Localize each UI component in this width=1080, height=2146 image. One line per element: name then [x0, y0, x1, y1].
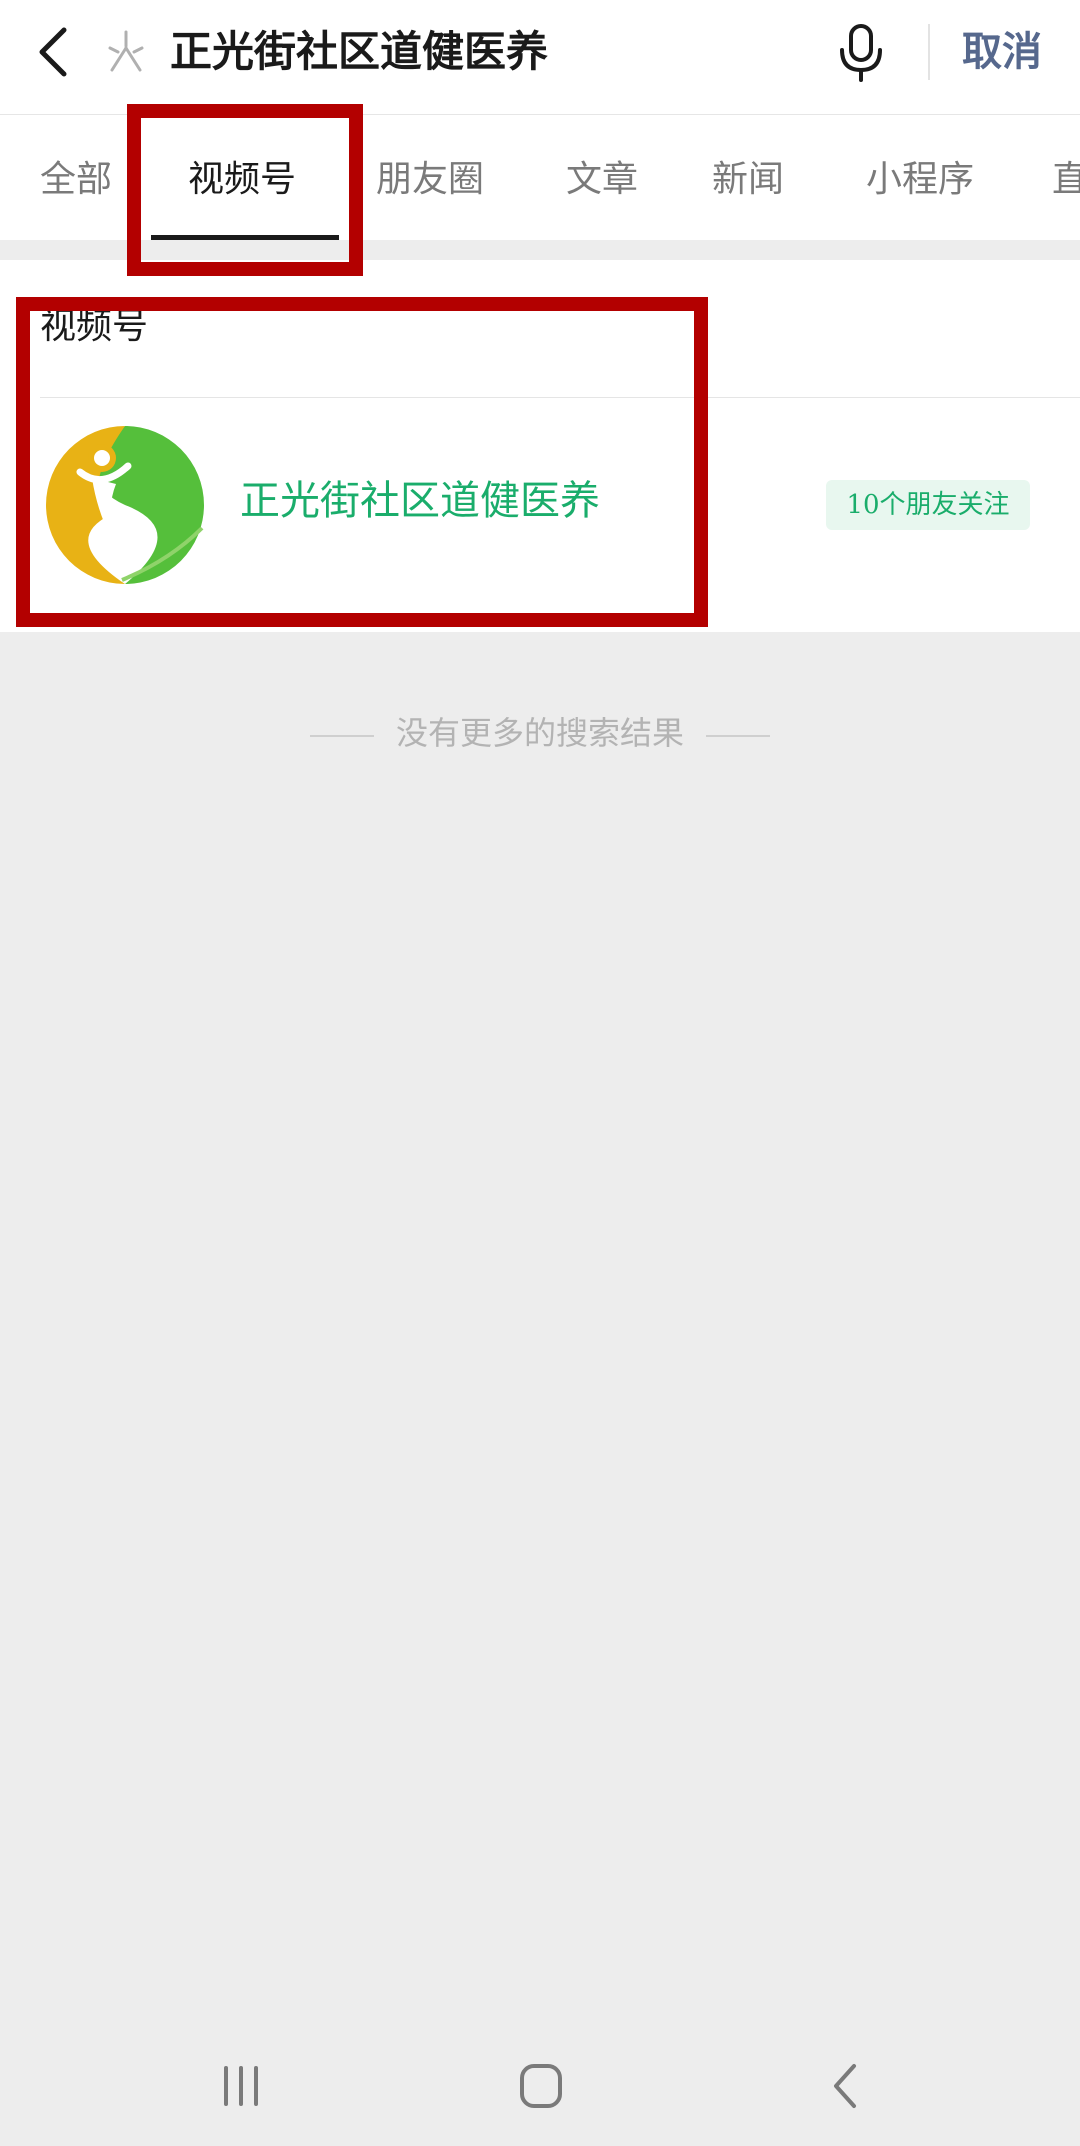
home-icon — [520, 2064, 562, 2108]
cancel-button[interactable]: 取消 — [962, 22, 1042, 82]
search-icon — [100, 26, 152, 78]
no-more-results: 没有更多的搜索结果 — [0, 707, 1080, 759]
tab-all[interactable]: 全部 — [40, 153, 112, 207]
tab-moments[interactable]: 朋友圈 — [376, 153, 484, 207]
header-divider — [928, 24, 930, 80]
back-icon — [39, 27, 67, 77]
recents-icon — [224, 2066, 258, 2106]
friends-follow-badge: 10个朋友关注 — [826, 480, 1030, 530]
end-note-line-left — [309, 734, 374, 737]
highlight-box-result — [16, 297, 708, 627]
back-button[interactable] — [26, 22, 86, 82]
tab-mini-programs[interactable]: 小程序 — [866, 153, 974, 207]
tab-news[interactable]: 新闻 — [712, 153, 784, 207]
tab-live[interactable]: 直 — [1052, 153, 1080, 207]
search-query[interactable]: 正光街社区道健医养 — [170, 22, 548, 82]
home-button[interactable] — [506, 2056, 576, 2116]
end-note-line-right — [706, 734, 770, 737]
nav-back-button[interactable] — [810, 2056, 880, 2116]
highlight-box-tab — [127, 104, 363, 276]
microphone-icon — [840, 24, 882, 82]
end-note-text: 没有更多的搜索结果 — [395, 714, 684, 752]
nav-back-icon — [834, 2064, 856, 2108]
tab-articles[interactable]: 文章 — [566, 153, 638, 207]
voice-input-button[interactable] — [832, 20, 890, 84]
search-header: 正光街社区道健医养 取消 — [0, 0, 1080, 115]
system-nav-bar — [0, 2030, 1080, 2146]
recents-button[interactable] — [206, 2056, 276, 2116]
